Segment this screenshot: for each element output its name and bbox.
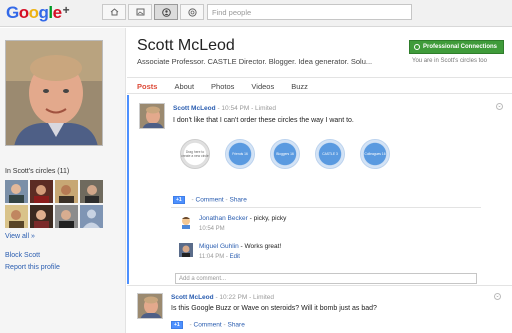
- logo-text: Google: [6, 3, 62, 22]
- tab-buzz[interactable]: Buzz: [291, 78, 308, 93]
- top-bar: Google+ Find people: [0, 0, 512, 27]
- profile-icon: [161, 7, 171, 17]
- comment-text: Miguel Guhlin - Works great!: [199, 243, 282, 250]
- nav-circles-button[interactable]: [180, 4, 204, 20]
- in-circles-status: You are in Scott's circles too: [412, 58, 487, 64]
- comment-author[interactable]: Miguel Guhlin: [199, 243, 239, 250]
- pro-button-label: Professional Connections: [423, 44, 498, 50]
- post-time[interactable]: 10:22 PM: [219, 294, 247, 301]
- profile-photo: [5, 40, 103, 146]
- main-nav: [102, 4, 206, 20]
- profile-name: Scott McLeod: [137, 37, 235, 54]
- tab-about[interactable]: About: [174, 78, 194, 93]
- author-avatar[interactable]: [139, 103, 165, 129]
- circles-icon: [187, 7, 197, 17]
- nav-photos-button[interactable]: [128, 4, 152, 20]
- comment-time: 11:04 PM - Edit: [199, 254, 240, 260]
- logo-plus: +: [62, 3, 70, 17]
- add-comment-input[interactable]: Add a comment...: [175, 273, 477, 284]
- post-meta: Scott McLeod - 10:22 PM - Limited: [171, 294, 275, 301]
- circle-friends[interactable]: Friends 16: [225, 139, 255, 169]
- circle-bloggers[interactable]: Bloggers 16: [270, 139, 300, 169]
- post-text: I don't like that I can't order these ci…: [173, 117, 354, 124]
- circles-row: Drag here to create a new circle Friends…: [180, 139, 405, 169]
- view-all-link[interactable]: View all »: [5, 233, 35, 240]
- new-circle-dropzone[interactable]: Drag here to create a new circle: [180, 139, 210, 169]
- report-profile-link[interactable]: Report this profile: [5, 264, 60, 271]
- logo-letter: e: [52, 3, 62, 22]
- profile-sidebar: In Scott's circles (11) View all » Block…: [0, 28, 126, 333]
- post: Scott McLeod - 10:54 PM - Limited ⌄ I do…: [127, 95, 512, 284]
- author-avatar[interactable]: [137, 293, 163, 319]
- google-plus-logo[interactable]: Google+: [6, 3, 70, 23]
- photos-icon: [136, 8, 144, 16]
- circle-member-avatar[interactable]: [80, 180, 103, 203]
- professional-connections-button[interactable]: Professional Connections: [409, 40, 504, 54]
- commenter-avatar[interactable]: [179, 215, 193, 229]
- circle-member-avatar[interactable]: [55, 180, 78, 203]
- logo-letter: g: [38, 3, 49, 22]
- in-circles-label: In Scott's circles (11): [5, 168, 70, 175]
- find-people-input[interactable]: Find people: [207, 4, 412, 20]
- share-link[interactable]: Share: [229, 197, 246, 204]
- post-actions: +1 - Comment - Share: [173, 196, 247, 204]
- circle-colleagues[interactable]: Colleagues 16: [360, 139, 390, 169]
- comments-section: Jonathan Becker - picky, picky 10:54 PM …: [171, 207, 481, 284]
- post-author[interactable]: Scott McLeod: [173, 105, 216, 112]
- block-link[interactable]: Block Scott: [5, 252, 40, 259]
- comment-time[interactable]: 10:54 PM: [199, 226, 225, 232]
- circle-member-avatar[interactable]: [30, 205, 53, 228]
- nav-profile-button[interactable]: [154, 4, 178, 20]
- circle-icon: [414, 44, 420, 50]
- logo-letter: o: [18, 3, 29, 22]
- circle-member-avatar[interactable]: [5, 180, 28, 203]
- circle-member-avatar[interactable]: [5, 205, 28, 228]
- profile-tagline: Associate Professor. CASTLE Director. Bl…: [137, 57, 373, 66]
- post-time[interactable]: 10:54 PM: [221, 105, 249, 112]
- circle-member-avatar[interactable]: [80, 205, 103, 228]
- post-text: Is this Google Buzz or Wave on steroids?…: [171, 305, 377, 312]
- circle-castle[interactable]: CASTLE 3: [315, 139, 345, 169]
- nav-home-button[interactable]: [102, 4, 126, 20]
- post-actions: +1 - Comment - Share: [171, 321, 245, 329]
- plus-one-button[interactable]: +1: [171, 321, 183, 329]
- tab-videos[interactable]: Videos: [251, 78, 274, 93]
- post-visibility[interactable]: Limited: [253, 294, 274, 301]
- comment-text: Jonathan Becker - picky, picky: [199, 215, 287, 222]
- post-meta: Scott McLeod - 10:54 PM - Limited: [173, 105, 277, 112]
- tab-photos[interactable]: Photos: [211, 78, 234, 93]
- home-icon: [110, 8, 118, 16]
- share-link[interactable]: Share: [227, 322, 244, 329]
- comment-author[interactable]: Jonathan Becker: [199, 215, 248, 222]
- comment-link[interactable]: Comment: [194, 322, 222, 329]
- post-menu-icon[interactable]: ⌄: [494, 293, 501, 300]
- post-author[interactable]: Scott McLeod: [171, 294, 214, 301]
- post-visibility[interactable]: Limited: [255, 105, 276, 112]
- logo-letter: G: [6, 3, 19, 22]
- circle-member-avatar[interactable]: [55, 205, 78, 228]
- circle-members-grid: [5, 180, 109, 228]
- plus-one-button[interactable]: +1: [173, 196, 185, 204]
- comment-link[interactable]: Comment: [196, 197, 224, 204]
- circle-member-avatar[interactable]: [30, 180, 53, 203]
- post-menu-icon[interactable]: ⌄: [496, 103, 503, 110]
- post: Scott McLeod - 10:22 PM - Limited ⌄ Is t…: [127, 285, 512, 333]
- logo-letter: o: [28, 3, 39, 22]
- edit-comment-link[interactable]: Edit: [230, 254, 240, 260]
- profile-tabs: Posts About Photos Videos Buzz: [127, 77, 512, 94]
- commenter-avatar[interactable]: [179, 243, 193, 257]
- tab-posts[interactable]: Posts: [137, 78, 157, 93]
